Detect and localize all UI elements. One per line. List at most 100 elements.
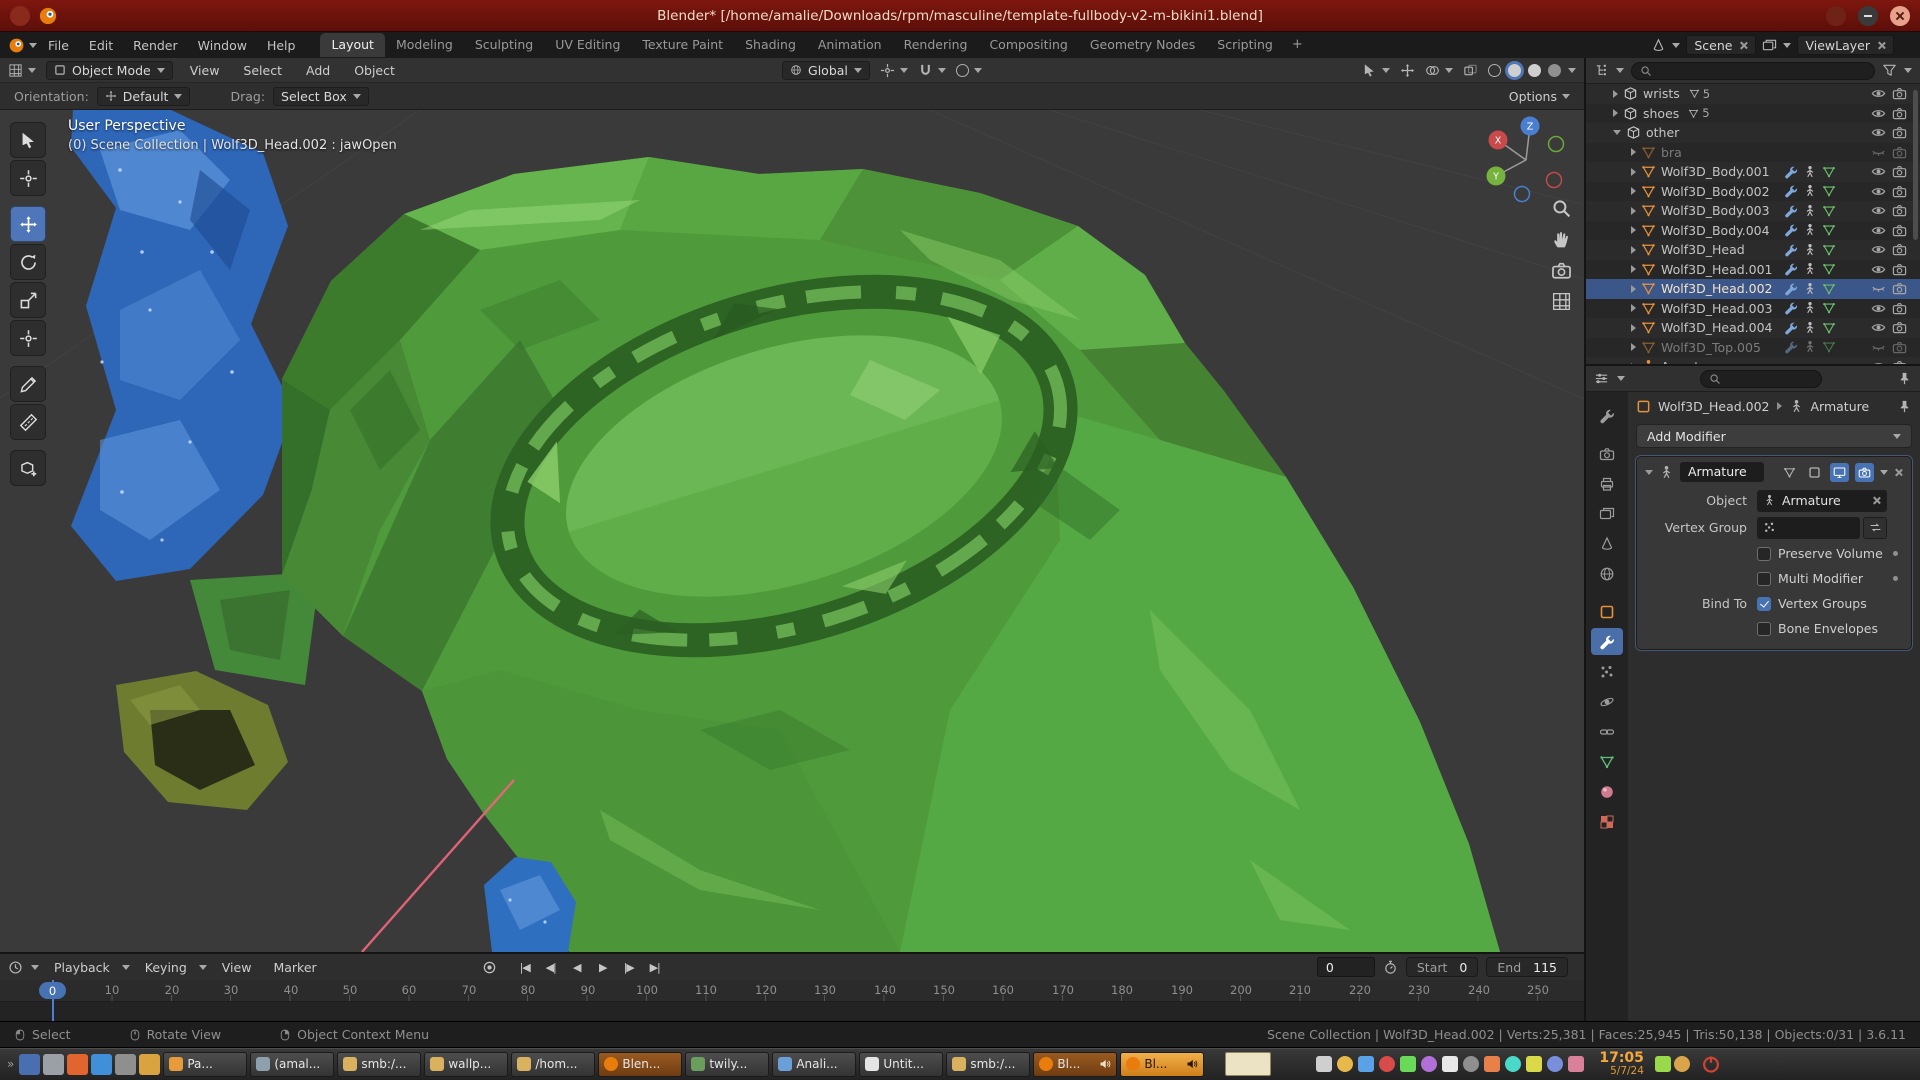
taskbar-window[interactable]: smb:/... — [946, 1052, 1030, 1077]
chevron-down-icon[interactable] — [900, 68, 908, 73]
tray-icon[interactable] — [1400, 1056, 1416, 1072]
launcher-icon[interactable] — [43, 1054, 64, 1075]
outliner-row-body-003[interactable]: Wolf3D_Body.003 — [1586, 201, 1920, 221]
multi-modifier-checkbox[interactable] — [1757, 572, 1771, 586]
tab-sculpting[interactable]: Sculpting — [464, 33, 544, 57]
close-button[interactable] — [1890, 6, 1910, 26]
menu-window[interactable]: Window — [189, 35, 256, 56]
view-layer-selector[interactable]: ViewLayer — [1797, 35, 1894, 55]
outliner-row-body-002[interactable]: Wolf3D_Body.002 — [1586, 182, 1920, 202]
outliner-row-head-002-active[interactable]: Wolf3D_Head.002 — [1586, 279, 1920, 299]
outliner-row-bra[interactable]: bra — [1586, 143, 1920, 163]
eye-icon[interactable] — [1871, 262, 1886, 277]
tab-uv-editing[interactable]: UV Editing — [544, 33, 631, 57]
properties-search-input[interactable] — [1700, 370, 1822, 388]
camera-icon[interactable] — [1892, 106, 1907, 121]
move-tool[interactable] — [10, 206, 46, 242]
eye-closed-icon[interactable] — [1871, 145, 1886, 160]
animate-dot-icon[interactable] — [1887, 576, 1903, 581]
eye-icon[interactable] — [1871, 301, 1886, 316]
window-menu-icon[interactable] — [10, 6, 30, 26]
preserve-volume-row[interactable]: Preserve Volume — [1757, 546, 1887, 561]
outliner-search-input[interactable] — [1631, 62, 1875, 80]
chevron-down-icon[interactable] — [1382, 68, 1390, 73]
camera-icon[interactable] — [1892, 145, 1907, 160]
tab-scripting[interactable]: Scripting — [1206, 33, 1284, 57]
expand-icon[interactable] — [1631, 285, 1636, 293]
tab-texture[interactable] — [1591, 808, 1623, 835]
eye-icon[interactable] — [1871, 86, 1886, 101]
camera-icon[interactable] — [1892, 320, 1907, 335]
tab-view-layer[interactable] — [1591, 500, 1623, 527]
options-dropdown[interactable]: Options — [1509, 89, 1570, 104]
expand-icon[interactable] — [1631, 324, 1636, 332]
expand-icon[interactable] — [1631, 343, 1636, 351]
show-in-viewport-toggle[interactable] — [1830, 463, 1849, 482]
keying-menu[interactable]: Keying — [138, 958, 207, 977]
eye-closed-icon[interactable] — [1871, 281, 1886, 296]
tab-particles[interactable] — [1591, 658, 1623, 685]
tray-icon[interactable] — [1421, 1056, 1437, 1072]
tray-icon[interactable] — [1568, 1056, 1584, 1072]
tab-world[interactable] — [1591, 560, 1623, 587]
chevron-down-icon[interactable] — [1568, 68, 1576, 73]
taskbar-window-blender[interactable]: Blen... — [598, 1052, 682, 1077]
eye-icon[interactable] — [1871, 106, 1886, 121]
tab-texture-paint[interactable]: Texture Paint — [631, 33, 734, 57]
tab-constraints[interactable] — [1591, 718, 1623, 745]
tray-icon[interactable] — [1316, 1056, 1332, 1072]
pivot-point-icon[interactable] — [880, 63, 895, 78]
outliner-row-top-005[interactable]: Wolf3D_Top.005 — [1586, 338, 1920, 358]
annotate-tool[interactable] — [10, 366, 46, 402]
expand-icon[interactable] — [1631, 246, 1636, 254]
animate-dot-icon[interactable] — [1887, 551, 1903, 556]
shading-solid-icon[interactable] — [1508, 64, 1521, 77]
tray-icon[interactable] — [1526, 1056, 1542, 1072]
collapse-icon[interactable] — [1613, 130, 1621, 135]
tab-modifiers-active[interactable] — [1591, 628, 1623, 655]
vertex-group-field[interactable] — [1757, 517, 1860, 539]
tab-object[interactable] — [1591, 598, 1623, 625]
vertex-groups-row[interactable]: Vertex Groups — [1757, 596, 1887, 611]
power-button-icon[interactable] — [1701, 1054, 1721, 1074]
outliner-row-other[interactable]: other — [1586, 123, 1920, 143]
titlebar[interactable]: Blender* [/home/amalie/Downloads/rpm/mas… — [0, 0, 1920, 32]
menu-select[interactable]: Select — [236, 61, 289, 80]
cursor-tool[interactable] — [10, 160, 46, 196]
taskbar-window[interactable]: wallp... — [424, 1052, 508, 1077]
eye-icon[interactable] — [1871, 203, 1886, 218]
tray-icon[interactable] — [1337, 1056, 1353, 1072]
snap-magnet-icon[interactable] — [918, 63, 933, 78]
desktop-pager[interactable] — [1225, 1052, 1271, 1076]
camera-icon[interactable] — [1892, 242, 1907, 257]
mode-dropdown[interactable]: Object Mode — [46, 61, 173, 80]
taskbar-window[interactable]: Untit... — [859, 1052, 943, 1077]
menu-file[interactable]: File — [39, 35, 78, 56]
timeline-tracks[interactable] — [0, 1002, 1584, 1023]
eye-icon[interactable] — [1871, 125, 1886, 140]
camera-icon[interactable] — [1892, 203, 1907, 218]
expand-icon[interactable] — [1631, 207, 1636, 215]
camera-icon[interactable] — [1892, 164, 1907, 179]
jump-to-start-button[interactable]: |◀ — [513, 957, 537, 977]
tab-output[interactable] — [1591, 470, 1623, 497]
viewport-3d[interactable]: User Perspective (0) Scene Collection | … — [0, 110, 1584, 952]
blender-menu-icon[interactable] — [8, 37, 25, 54]
tray-icon[interactable] — [1674, 1056, 1690, 1072]
tray-icon[interactable] — [1379, 1056, 1395, 1072]
vertex-groups-checkbox[interactable] — [1757, 597, 1771, 611]
transform-orientation-dropdown[interactable]: Global — [782, 61, 870, 80]
outliner-row-body-001[interactable]: Wolf3D_Body.001 — [1586, 162, 1920, 182]
expand-icon[interactable] — [1631, 265, 1636, 273]
add-modifier-button[interactable]: Add Modifier — [1636, 424, 1912, 448]
pin-icon[interactable] — [1897, 371, 1912, 386]
measure-tool[interactable] — [10, 404, 46, 440]
auto-key-record-icon[interactable] — [482, 960, 497, 975]
show-gizmo-icon[interactable] — [1400, 63, 1415, 78]
taskbar-window[interactable]: (amal... — [250, 1052, 334, 1077]
show-overlays-icon[interactable] — [1425, 63, 1440, 78]
editor-type-icon[interactable] — [8, 63, 23, 78]
eye-icon[interactable] — [1871, 184, 1886, 199]
transform-tool[interactable] — [10, 320, 46, 356]
scene-selector[interactable]: Scene — [1686, 35, 1756, 55]
